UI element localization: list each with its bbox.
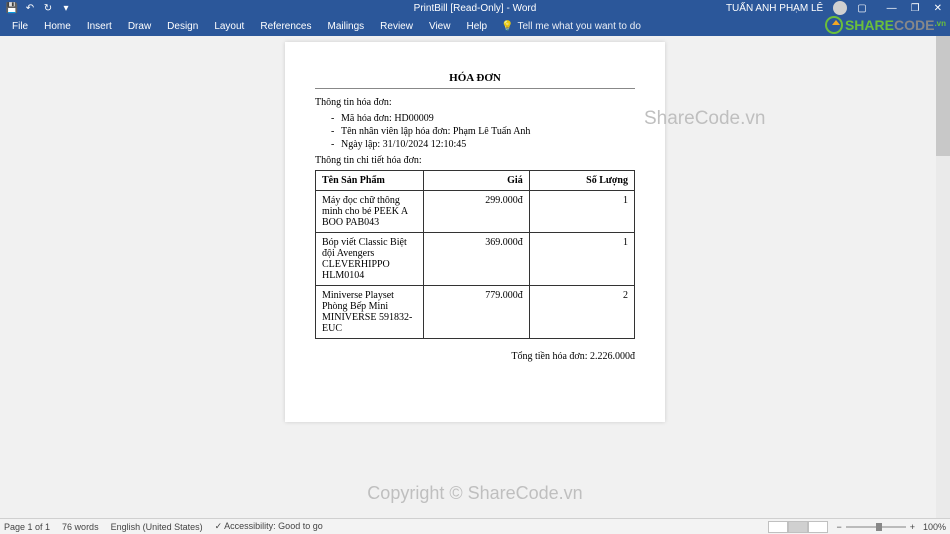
table-header-row: Tên Sản Phẩm Giá Số Lượng <box>316 171 635 191</box>
cell-product: Bóp viết Classic Biệt đội Avengers CLEVE… <box>316 233 424 286</box>
scrollbar-thumb[interactable] <box>936 36 950 156</box>
ribbon-tabs: File Home Insert Draw Design Layout Refe… <box>0 16 950 36</box>
zoom-track[interactable] <box>846 526 906 528</box>
tab-review[interactable]: Review <box>372 18 421 35</box>
section-detail-label: Thông tin chi tiết hóa đơn: <box>315 155 635 166</box>
titlebar: 💾 ↶ ↻ ▾ PrintBill [Read-Only] - Word TUẤ… <box>0 0 950 16</box>
tab-design[interactable]: Design <box>159 18 206 35</box>
cell-product: Máy đọc chữ thông minh cho bé PEEK A BOO… <box>316 191 424 233</box>
document-title: PrintBill [Read-Only] - Word <box>414 3 537 14</box>
tab-view[interactable]: View <box>421 18 459 35</box>
invoice-table: Tên Sản Phẩm Giá Số Lượng Máy đọc chữ th… <box>315 170 635 339</box>
tab-layout[interactable]: Layout <box>206 18 252 35</box>
cell-qty: 1 <box>529 233 634 286</box>
tab-mailings[interactable]: Mailings <box>319 18 372 35</box>
table-row: Miniverse Playset Phòng Bếp Mini MINIVER… <box>316 286 635 339</box>
zoom-out-icon[interactable]: − <box>836 522 841 532</box>
restore-icon[interactable]: ❐ <box>911 3 920 14</box>
table-row: Máy đọc chữ thông minh cho bé PEEK A BOO… <box>316 191 635 233</box>
view-buttons <box>768 521 828 533</box>
col-product: Tên Sản Phẩm <box>316 171 424 191</box>
user-avatar[interactable] <box>833 1 847 15</box>
zoom-value[interactable]: 100% <box>923 522 946 532</box>
divider <box>315 88 635 89</box>
tab-insert[interactable]: Insert <box>79 18 120 35</box>
zoom-in-icon[interactable]: + <box>910 522 915 532</box>
cell-price: 779.000đ <box>424 286 529 339</box>
close-icon[interactable]: ✕ <box>934 3 942 14</box>
cell-price: 369.000đ <box>424 233 529 286</box>
cell-qty: 2 <box>529 286 634 339</box>
tell-me-search[interactable]: 💡 Tell me what you want to do <box>501 21 641 32</box>
tab-help[interactable]: Help <box>458 18 495 35</box>
qat-customize-icon[interactable]: ▾ <box>60 2 72 14</box>
invoice-total: Tổng tiền hóa đơn: 2.226.000đ <box>315 351 635 362</box>
info-item: Ngày lập: 31/10/2024 12:10:45 <box>331 138 635 151</box>
minimize-icon[interactable]: ― <box>887 3 897 14</box>
invoice-info-list: Mã hóa đơn: HD00009 Tên nhân viên lập hó… <box>331 112 635 151</box>
quick-access-toolbar: 💾 ↶ ↻ ▾ <box>0 2 72 14</box>
view-read-icon[interactable] <box>768 521 788 533</box>
view-print-icon[interactable] <box>788 521 808 533</box>
info-item: Mã hóa đơn: HD00009 <box>331 112 635 125</box>
undo-icon[interactable]: ↶ <box>24 2 36 14</box>
view-web-icon[interactable] <box>808 521 828 533</box>
bulb-icon: 💡 <box>501 21 513 32</box>
zoom-slider[interactable]: − + <box>836 522 915 532</box>
user-name: TUẤN ANH PHẠM LÊ <box>726 3 823 14</box>
document-area: HÓA ĐƠN Thông tin hóa đơn: Mã hóa đơn: H… <box>0 36 950 518</box>
page: HÓA ĐƠN Thông tin hóa đơn: Mã hóa đơn: H… <box>285 42 665 422</box>
redo-icon[interactable]: ↻ <box>42 2 54 14</box>
invoice-title: HÓA ĐƠN <box>315 72 635 84</box>
tab-home[interactable]: Home <box>36 18 79 35</box>
section-info-label: Thông tin hóa đơn: <box>315 97 635 108</box>
statusbar: Page 1 of 1 76 words English (United Sta… <box>0 518 950 534</box>
ribbon-display-icon[interactable]: ▢ <box>857 3 866 14</box>
col-price: Giá <box>424 171 529 191</box>
table-row: Bóp viết Classic Biệt đội Avengers CLEVE… <box>316 233 635 286</box>
save-icon[interactable]: 💾 <box>6 2 18 14</box>
cell-price: 299.000đ <box>424 191 529 233</box>
status-page[interactable]: Page 1 of 1 <box>4 522 50 532</box>
status-lang[interactable]: English (United States) <box>111 522 203 532</box>
col-qty: Số Lượng <box>529 171 634 191</box>
vertical-scrollbar[interactable] <box>936 36 950 518</box>
tab-draw[interactable]: Draw <box>120 18 159 35</box>
info-item: Tên nhân viên lập hóa đơn: Phạm Lê Tuấn … <box>331 125 635 138</box>
cell-product: Miniverse Playset Phòng Bếp Mini MINIVER… <box>316 286 424 339</box>
tab-references[interactable]: References <box>252 18 319 35</box>
cell-qty: 1 <box>529 191 634 233</box>
tab-file[interactable]: File <box>4 18 36 35</box>
status-accessibility[interactable]: ✓ Accessibility: Good to go <box>215 521 323 532</box>
status-words[interactable]: 76 words <box>62 522 99 532</box>
